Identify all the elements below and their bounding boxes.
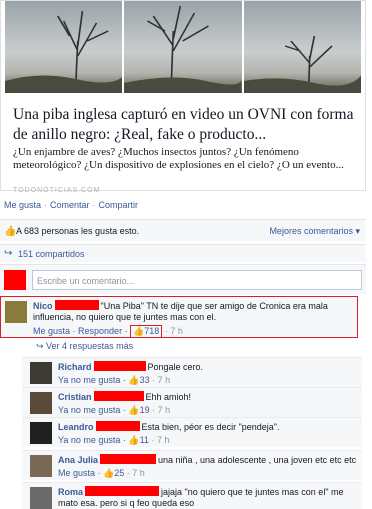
- comment-text: Pongale cero.: [147, 362, 204, 372]
- comment-like-count[interactable]: 11: [140, 435, 149, 445]
- redacted-block: [93, 391, 144, 401]
- comment-like-button[interactable]: Ya no me gusta: [58, 435, 120, 445]
- post-source: TODONOTICIAS.COM: [13, 187, 101, 194]
- comment-time[interactable]: 7 h: [170, 326, 183, 336]
- video-frame-3: [243, 1, 361, 93]
- comment-button[interactable]: Comentar: [50, 200, 90, 210]
- top-comment: Nico "Una Piba" TN te dije que ser amigo …: [0, 296, 358, 338]
- comment-text: Esta bien, péor es decir "pendeja".: [141, 422, 280, 432]
- comment-author[interactable]: Richard: [58, 362, 92, 372]
- comment-author[interactable]: Roma: [58, 487, 83, 497]
- comment-text: Ehh amioh!: [145, 392, 192, 402]
- view-more-replies[interactable]: ↪ Ver 4 respuestas más: [36, 341, 133, 352]
- comment-like-count[interactable]: 👍718: [130, 325, 163, 338]
- video-frame-1: [5, 1, 123, 93]
- link-preview-card[interactable]: Una piba inglesa capturó en video un OVN…: [0, 0, 366, 194]
- reply-comment: Leandro Esta bien, péor es decir "pendeja…: [22, 417, 362, 447]
- comment-author[interactable]: Ana Julia: [58, 455, 98, 465]
- comment-time[interactable]: 7 h: [158, 405, 171, 415]
- comment-like-button[interactable]: Ya no me gusta: [58, 405, 120, 415]
- like-button[interactable]: Me gusta: [4, 200, 41, 210]
- avatar[interactable]: [30, 422, 52, 444]
- comment-text: una niña , una adolescente , una joven e…: [158, 455, 357, 465]
- comment-like-button[interactable]: Me gusta: [58, 468, 95, 478]
- thumbs-up-icon: 👍: [103, 468, 115, 478]
- reply-comment: Cristian Ehh amioh! Ya no me gusta · 👍19 ·…: [22, 387, 362, 417]
- shares-count-link[interactable]: 151 compartidos: [18, 249, 85, 259]
- comment-author[interactable]: Cristian: [58, 392, 92, 402]
- comment-author[interactable]: Leandro: [58, 422, 94, 432]
- share-button[interactable]: Compartir: [99, 200, 139, 210]
- thumbs-up-icon: 👍: [4, 226, 17, 237]
- comment-time[interactable]: 7 h: [157, 435, 170, 445]
- likes-summary: 👍 A 683 personas les gusta esto. Mejores…: [0, 219, 366, 241]
- redacted-block: [93, 361, 146, 371]
- post-description: ¿Un enjambre de aves? ¿Muchos insectos j…: [13, 146, 344, 171]
- comment-author[interactable]: Nico: [33, 301, 53, 311]
- comment-like-button[interactable]: Ya no me gusta: [58, 375, 120, 385]
- thumbs-up-icon: 👍: [128, 375, 140, 385]
- comment-like-button[interactable]: Me gusta: [33, 326, 70, 336]
- likes-count-text[interactable]: A 683 personas les gusta esto.: [16, 226, 139, 236]
- avatar: [4, 270, 26, 290]
- avatar[interactable]: [30, 362, 52, 384]
- post-headline[interactable]: Una piba inglesa capturó en video un OVN…: [13, 105, 363, 145]
- thumbs-up-icon: 👍: [128, 435, 140, 445]
- comment-time[interactable]: 7 h: [158, 375, 171, 385]
- comment-like-count[interactable]: 19: [140, 405, 150, 415]
- avatar[interactable]: [30, 392, 52, 414]
- avatar[interactable]: [30, 487, 52, 509]
- reply-comment: Roma jajaja "no quiero que te juntes mas …: [22, 482, 362, 509]
- redacted-block: [100, 454, 157, 464]
- comment-like-count[interactable]: 33: [140, 375, 150, 385]
- redacted-block: [85, 486, 160, 496]
- video-thumbnail[interactable]: [5, 1, 361, 93]
- thumbs-up-icon: 👍: [128, 405, 140, 415]
- reply-arrow-icon: ↪: [36, 341, 47, 351]
- comment-time[interactable]: 7 h: [132, 468, 145, 478]
- comment-sort-dropdown[interactable]: Mejores comentarios ▾: [269, 226, 360, 237]
- comment-reply-button[interactable]: Responder: [78, 326, 122, 336]
- comment-composer: Escribe un comentario...: [0, 264, 366, 294]
- shares-summary: ↪ 151 compartidos: [0, 244, 366, 262]
- comment-input[interactable]: Escribe un comentario...: [32, 270, 362, 290]
- avatar[interactable]: [5, 301, 27, 323]
- redacted-block: [95, 421, 140, 431]
- comment-like-count[interactable]: 25: [114, 468, 124, 478]
- reply-comment: Ana Julia una niña , una adolescente , un…: [22, 450, 362, 480]
- video-frame-2: [124, 1, 242, 93]
- post-actions: Me gusta · Comentar · Compartir: [4, 200, 139, 210]
- share-icon: ↪: [4, 248, 13, 259]
- avatar[interactable]: [30, 455, 52, 477]
- redacted-block: [54, 300, 99, 310]
- reply-comment: Richard Pongale cero. Ya no me gusta · 👍33…: [22, 357, 362, 387]
